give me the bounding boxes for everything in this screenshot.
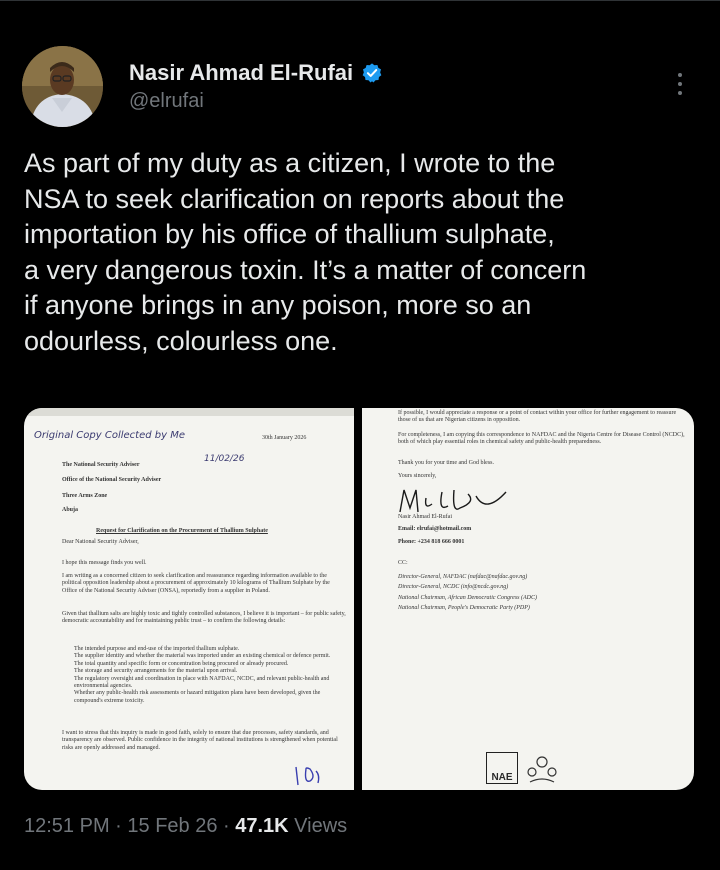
author-handle[interactable]: @elrufai bbox=[129, 90, 204, 113]
letter-body-3: Given that thallium salts are highly tox… bbox=[62, 611, 346, 625]
letter-completeness: For completeness, I am copying this corr… bbox=[398, 432, 685, 446]
avatar[interactable] bbox=[22, 46, 103, 127]
cc-item: National Chairman, African Democratic Co… bbox=[398, 594, 537, 601]
nae-stamp-text: NAE bbox=[491, 772, 513, 783]
tweet-line-2: NSA to seek clarification on reports abo… bbox=[24, 183, 565, 214]
emblem-logo bbox=[527, 756, 557, 783]
cc-item: Director-General, NCDC (info@ncdc.gov.ng… bbox=[398, 584, 509, 591]
letter-closing: I want to stress that this inquiry is ma… bbox=[62, 730, 338, 751]
letter-body-2: I am writing as a concerned citizen to s… bbox=[62, 573, 330, 594]
address-line-3: Three Arms Zone bbox=[62, 493, 108, 499]
tweet-line-4: a very dangerous toxin. It’s a matter of… bbox=[24, 254, 587, 285]
tweet-line-5: if anyone brings in any poison, more so … bbox=[24, 290, 532, 321]
views-label: Views bbox=[288, 815, 348, 837]
tweet-time[interactable]: 12:51 PM bbox=[24, 815, 110, 838]
more-options-icon[interactable] bbox=[664, 64, 696, 104]
address-line-2: Office of the National Security Adviser bbox=[62, 477, 162, 483]
address-line-1: The National Security Adviser bbox=[62, 462, 140, 468]
nae-stamp: NAE bbox=[486, 752, 518, 784]
page-initials-mark bbox=[295, 766, 320, 786]
meta-separator: · bbox=[217, 815, 236, 837]
top-divider bbox=[0, 0, 720, 1]
meta-separator: · bbox=[109, 815, 128, 837]
cc-item: National Chairman, People's Democratic P… bbox=[398, 605, 530, 612]
avatar-photo bbox=[22, 46, 103, 127]
letter-sign-off: Yours sincerely, bbox=[398, 473, 437, 479]
tweet-text: As part of my duty as a citizen, I wrote… bbox=[24, 146, 694, 360]
verified-badge-icon bbox=[362, 63, 382, 83]
author-name[interactable]: Nasir Ahmad El-Rufai bbox=[129, 60, 353, 86]
letter-subject: Request for Clarification on the Procure… bbox=[96, 528, 268, 534]
signer-email: Email: elrufai@hotmail.com bbox=[398, 526, 472, 532]
handwritten-date: 11/02/26 bbox=[204, 454, 245, 464]
letter-intro: If possible, I would appreciate a respon… bbox=[398, 410, 677, 424]
letter-image-page-2[interactable]: If possible, I would appreciate a respon… bbox=[362, 408, 694, 790]
handwritten-note: Original Copy Collected by Me bbox=[34, 430, 185, 441]
tweet-meta: 12:51 PM · 15 Feb 26 · 47.1K Views bbox=[24, 815, 347, 838]
signature-image bbox=[399, 489, 507, 513]
letter-list-item: The storage and security arrangements fo… bbox=[74, 668, 238, 675]
tweet-media[interactable]: Original Copy Collected by Me 11/02/26 3… bbox=[24, 408, 694, 790]
cc-item: Director-General, NAFDAC (nafdac@nafdac.… bbox=[398, 574, 528, 580]
tweet-line-6: odourless, colourless one. bbox=[24, 325, 338, 356]
tweet-line-1: As part of my duty as a citizen, I wrote… bbox=[24, 148, 556, 178]
author-row: Nasir Ahmad El-Rufai bbox=[129, 60, 383, 86]
tweet-line-3: importation by his office of thallium su… bbox=[24, 219, 555, 250]
letter-thanks: Thank you for your time and God bless. bbox=[398, 460, 494, 466]
letter-list: The intended purpose and end-use of the … bbox=[74, 646, 346, 705]
cc-label: CC: bbox=[398, 560, 408, 566]
tweet-date[interactable]: 15 Feb 26 bbox=[127, 815, 217, 838]
letter-image-page-1[interactable]: Original Copy Collected by Me 11/02/26 3… bbox=[24, 408, 354, 790]
letter-list-item: The regulatory oversight and coordinatio… bbox=[74, 675, 330, 690]
cc-list: Director-General, NAFDAC (nafdac@nafdac.… bbox=[398, 574, 537, 616]
signer-phone: Phone: +234 818 666 0001 bbox=[398, 539, 465, 545]
views-count: 47.1K bbox=[235, 815, 289, 837]
signer-name: Nasir Ahmad El-Rufai bbox=[398, 514, 452, 520]
letter-list-item: The supplier identity and whether the ma… bbox=[74, 653, 331, 660]
letter-list-item: Whether any public-health risk assessmen… bbox=[74, 690, 321, 704]
letter-date: 30th January 2026 bbox=[262, 435, 307, 441]
address-line-4: Abuja bbox=[62, 507, 79, 513]
letter-salutation: Dear National Security Adviser, bbox=[62, 539, 139, 545]
letter-body-1: I hope this message finds you well. bbox=[62, 560, 147, 566]
